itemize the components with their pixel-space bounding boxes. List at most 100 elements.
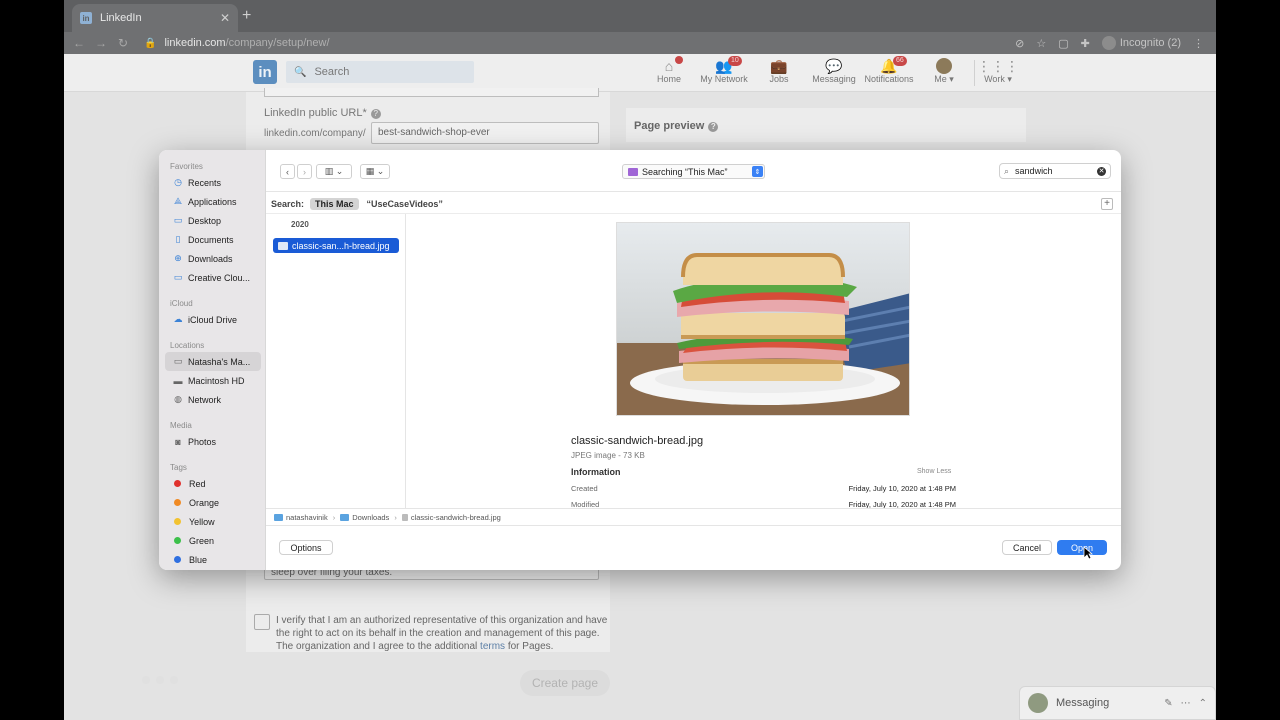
linkedin-favicon: in <box>80 12 92 24</box>
camera-icon: ◙ <box>175 436 181 447</box>
chevron-down-icon: ⌄ <box>335 166 344 176</box>
scope-folder[interactable]: “UseCaseVideos” <box>367 199 443 209</box>
playback-dots <box>142 676 178 684</box>
network-icon: 👥 10 <box>694 56 754 74</box>
more-icon[interactable]: ⋯ <box>1181 698 1191 709</box>
sidebar-section-favorites: Favorites <box>170 162 203 171</box>
reload-icon[interactable]: ↻ <box>112 36 134 50</box>
browser-tab[interactable]: in LinkedIn ✕ <box>72 4 238 32</box>
nav-messaging-label: Messaging <box>812 74 856 84</box>
file-icon <box>401 513 408 521</box>
sidebar-item-macintosh-hd[interactable]: ▬ Macintosh HD <box>165 371 261 390</box>
sidebar-item-recents[interactable]: ◷ Recents <box>165 173 261 192</box>
clear-search-icon[interactable]: ✕ <box>1097 166 1106 176</box>
nav-work[interactable]: ⋮⋮⋮ Work ▾ <box>968 58 1028 85</box>
path-segment-user[interactable]: natashavinik <box>274 513 328 522</box>
create-page-button[interactable]: Create page <box>520 670 610 696</box>
nav-my-network[interactable]: 👥 10 My Network <box>694 56 754 84</box>
address-bar[interactable]: 🔒 linkedin.com/company/setup/new/ <box>144 34 1094 52</box>
nav-notifications[interactable]: 🔔 66 Notifications <box>859 56 919 84</box>
preview-help-icon[interactable]: ? <box>708 122 719 132</box>
cancel-button[interactable]: Cancel <box>1002 540 1052 555</box>
kebab-menu-icon[interactable]: ⋮ <box>1193 37 1204 50</box>
forward-arrow-icon[interactable]: → <box>90 36 112 50</box>
sidebar-item-documents[interactable]: ▯ Documents <box>165 230 261 249</box>
search-icon: 🔍 <box>294 66 307 78</box>
mouse-cursor-icon <box>1083 546 1093 560</box>
nav-me-label: Me ▾ <box>934 74 954 84</box>
camera-off-icon[interactable]: ⊘ <box>1015 37 1024 50</box>
nav-home[interactable]: ⌂ Home <box>639 56 699 84</box>
linkedin-nav: in 🔍 Search ⌂ Home 👥 10 My Network 💼 Jobs… <box>64 54 1216 92</box>
nav-messaging[interactable]: 💬 Messaging <box>804 58 864 84</box>
sandwich-preview-image <box>616 222 910 416</box>
incognito-indicator[interactable]: Incognito (2) <box>1101 36 1181 50</box>
extension-box-icon[interactable]: ▢ <box>1058 37 1068 50</box>
grid-icon: ⋮⋮⋮ <box>977 58 1019 74</box>
previous-field[interactable] <box>264 88 599 97</box>
sidebar-item-network[interactable]: ◍ Network <box>165 390 261 409</box>
options-button[interactable]: Options <box>279 540 333 555</box>
terms-link[interactable]: terms <box>480 641 505 652</box>
sidebar-tag-green[interactable]: Green <box>165 531 261 550</box>
results-list: 2020 classic-san...h-bread.jpg <box>266 214 406 508</box>
file-row-selected[interactable]: classic-san...h-bread.jpg <box>273 238 399 253</box>
messaging-bar-label: Messaging <box>1056 697 1110 709</box>
view-columns-button[interactable]: ▥ ⌄ <box>316 164 352 179</box>
help-icon[interactable]: ? <box>370 109 381 119</box>
sidebar-item-photos[interactable]: ◙ Photos <box>165 432 261 451</box>
avatar <box>914 58 974 74</box>
back-arrow-icon[interactable]: ← <box>68 36 90 50</box>
back-chevron-icon[interactable]: ‹ <box>280 164 295 179</box>
sidebar-item-desktop[interactable]: ▭ Desktop <box>165 211 261 230</box>
nav-jobs[interactable]: 💼 Jobs <box>749 58 809 84</box>
group-by-button[interactable]: ▦ ⌄ <box>360 164 390 179</box>
sidebar-tag-blue[interactable]: Blue <box>165 550 261 569</box>
linkedin-search-input[interactable]: 🔍 Search <box>286 61 474 83</box>
sidebar-item-downloads[interactable]: ⊕ Downloads <box>165 249 261 268</box>
sidebar-item-icloud-drive[interactable]: ☁ iCloud Drive <box>165 310 261 329</box>
lock-icon: 🔒 <box>144 37 157 49</box>
chevron-up-icon[interactable]: ⌃ <box>1199 698 1207 709</box>
path-segment-file[interactable]: classic-sandwich-bread.jpg <box>401 513 501 522</box>
verify-checkbox[interactable] <box>254 614 270 630</box>
location-popup[interactable]: Searching “This Mac” ⇕ <box>622 164 765 179</box>
sidebar-tag-red[interactable]: Red <box>165 474 261 493</box>
star-icon[interactable]: ☆ <box>1036 37 1046 50</box>
public-url-input[interactable]: best-sandwich-shop-ever <box>371 122 599 144</box>
nav-me[interactable]: Me ▾ <box>914 58 974 85</box>
file-preview-pane: classic-sandwich-bread.jpg JPEG image - … <box>406 214 1121 509</box>
open-button[interactable]: Open <box>1057 540 1107 555</box>
path-segment-downloads[interactable]: Downloads <box>340 513 389 522</box>
tag-dot-icon <box>174 499 181 506</box>
tag-dot-icon <box>174 480 181 487</box>
file-open-dialog: Favorites ◷ Recents ⟁ Applications ▭ Deskto… <box>159 150 1121 570</box>
sidebar-tag-orange[interactable]: Orange <box>165 493 261 512</box>
puzzle-icon[interactable]: ✚ <box>1081 37 1090 50</box>
public-url-label: LinkedIn public URL*? <box>264 107 381 119</box>
compose-icon[interactable]: ✎ <box>1164 698 1172 709</box>
url-prefix: linkedin.com/company/ <box>264 128 366 139</box>
verify-text: I verify that I am an authorized represe… <box>276 615 608 652</box>
location-label: Searching “This Mac” <box>642 166 728 177</box>
messaging-bar[interactable]: Messaging ✎ ⋯ ⌃ <box>1019 686 1216 720</box>
information-header: Information <box>571 467 621 477</box>
show-less-link[interactable]: Show Less <box>917 468 951 475</box>
sidebar-item-applications[interactable]: ⟁ Applications <box>165 192 261 211</box>
new-tab-icon[interactable]: + <box>242 7 251 25</box>
folder-icon <box>340 513 350 521</box>
dialog-search-field[interactable]: ⌕ sandwich ✕ <box>999 163 1111 179</box>
sidebar-tag-yellow[interactable]: Yellow <box>165 512 261 531</box>
sidebar-item-natashas-mac[interactable]: ▭ Natasha's Ma... <box>165 352 261 371</box>
chevron-down-icon: ⌄ <box>376 166 385 176</box>
tab-close-icon[interactable]: ✕ <box>220 11 230 25</box>
sidebar-item-creative-cloud[interactable]: ▭ Creative Clou... <box>165 268 261 287</box>
forward-chevron-icon[interactable]: › <box>297 164 312 179</box>
add-criteria-icon[interactable]: + <box>1101 198 1113 210</box>
bell-icon: 🔔 66 <box>859 56 919 74</box>
browser-toolbar: ← → ↻ 🔒 linkedin.com/company/setup/new/ … <box>64 32 1216 54</box>
linkedin-logo[interactable]: in <box>253 60 277 84</box>
dot-icon <box>170 676 178 684</box>
scope-this-mac[interactable]: This Mac <box>310 197 359 210</box>
dialog-search-value: sandwich <box>1015 166 1053 176</box>
